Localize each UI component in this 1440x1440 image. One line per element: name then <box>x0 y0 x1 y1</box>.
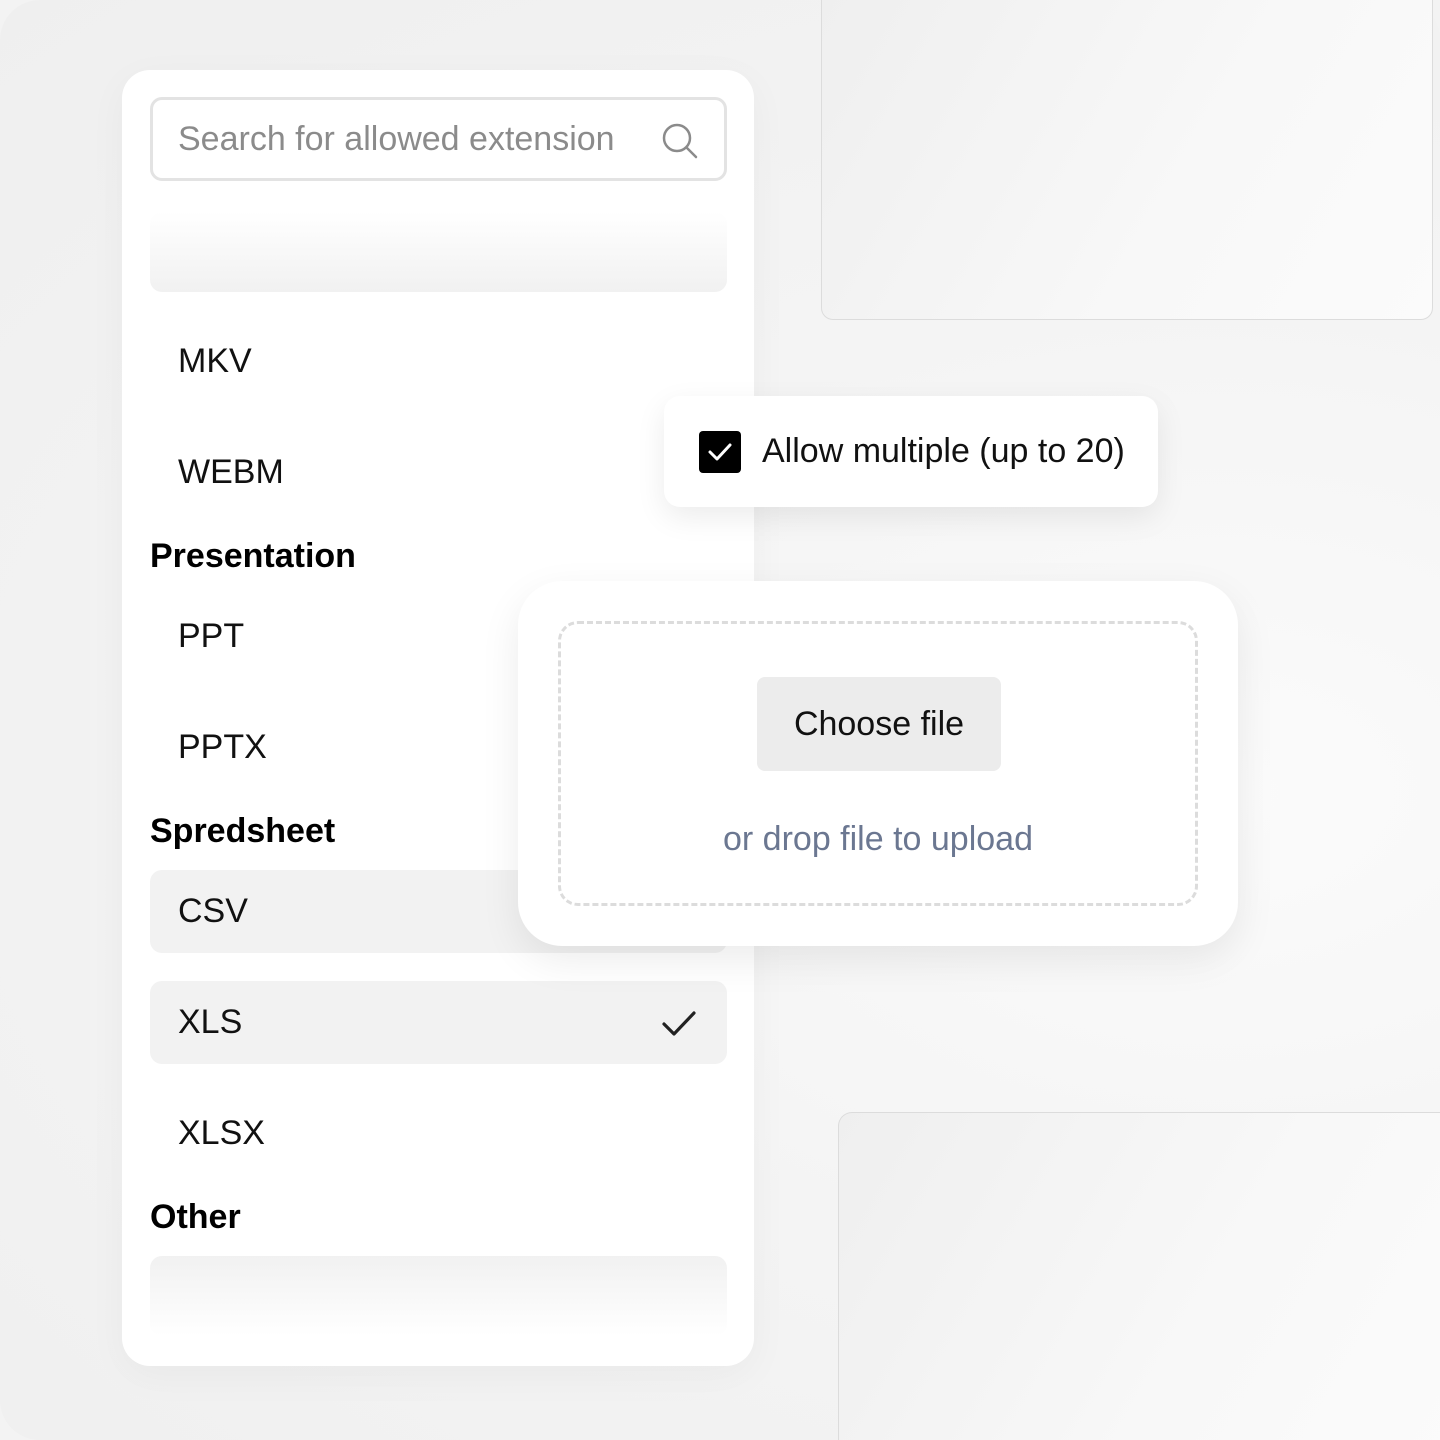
file-dropzone[interactable]: Choose file or drop file to upload <box>558 621 1198 906</box>
allow-multiple-label[interactable]: Allow multiple (up to 20) <box>762 432 1125 471</box>
list-item-label: WEBM <box>178 453 284 491</box>
search-input[interactable] <box>178 116 648 162</box>
list-item-label: PPTX <box>178 728 267 766</box>
background-card-bottom <box>838 1112 1440 1440</box>
list-scroll-fade-top <box>150 212 727 292</box>
list-item-label: MKV <box>178 342 252 380</box>
group-heading-presentation: Presentation <box>150 537 356 575</box>
background-card-top <box>821 0 1433 320</box>
list-item-mkv[interactable]: MKV <box>150 320 727 403</box>
search-field[interactable] <box>150 97 727 181</box>
search-icon[interactable] <box>660 121 700 161</box>
checkbox-check-icon <box>708 443 732 461</box>
list-item-label: PPT <box>178 617 245 655</box>
list-item-label: XLS <box>178 1003 243 1041</box>
drop-hint-text: or drop file to upload <box>723 820 1033 858</box>
choose-file-button[interactable]: Choose file <box>757 677 1001 771</box>
list-item-label: CSV <box>178 892 248 930</box>
allow-multiple-card: Allow multiple (up to 20) <box>664 396 1158 507</box>
group-heading-other: Other <box>150 1198 241 1236</box>
checkmark-icon <box>662 1011 696 1036</box>
list-item-xls[interactable]: XLS <box>150 981 727 1064</box>
upload-card: Choose file or drop file to upload <box>518 581 1238 946</box>
list-item-webm[interactable]: WEBM <box>150 431 727 514</box>
list-item-xlsx[interactable]: XLSX <box>150 1092 727 1175</box>
list-scroll-fade-bottom <box>150 1256 727 1336</box>
list-item-label: XLSX <box>178 1114 265 1152</box>
allow-multiple-checkbox[interactable] <box>699 431 741 473</box>
group-heading-spreadsheet: Spredsheet <box>150 812 336 850</box>
